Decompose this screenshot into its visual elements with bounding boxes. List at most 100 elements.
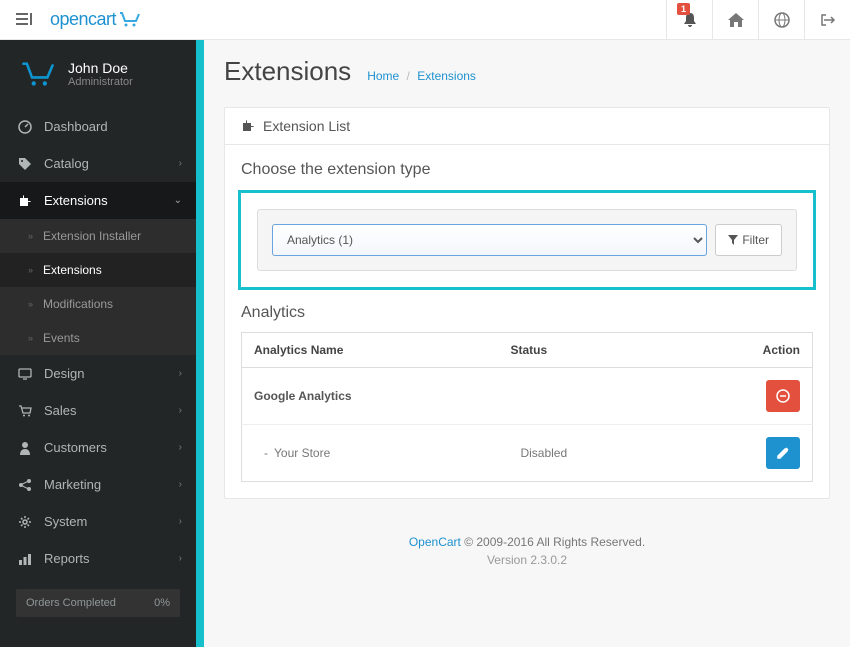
progress-value: 0% bbox=[154, 597, 170, 609]
top-header: opencart 1 bbox=[0, 0, 850, 40]
sidebar-subitem-label: Modifications bbox=[43, 297, 113, 311]
sidebar-item-dashboard[interactable]: Dashboard bbox=[0, 108, 196, 145]
username: John Doe bbox=[68, 60, 133, 76]
breadcrumb-home-link[interactable]: Home bbox=[367, 69, 399, 83]
user-role: Administrator bbox=[68, 76, 133, 88]
footer: OpenCart © 2009-2016 All Rights Reserved… bbox=[224, 515, 830, 587]
footer-copyright: © 2009-2016 All Rights Reserved. bbox=[461, 535, 645, 549]
chevron-down-icon: ⌄ bbox=[174, 195, 182, 206]
notifications-button[interactable]: 1 bbox=[666, 0, 712, 40]
vertical-highlight-bar bbox=[196, 40, 204, 647]
sidebar-subitem-installer[interactable]: » Extension Installer bbox=[0, 219, 196, 253]
sidebar-subitem-extensions[interactable]: »Extensions bbox=[0, 253, 196, 287]
progress-label: Orders Completed bbox=[26, 597, 116, 609]
panel-title: Extension List bbox=[263, 118, 350, 134]
menu-toggle-button[interactable] bbox=[10, 6, 38, 34]
home-icon bbox=[728, 13, 744, 27]
table-row: -Your Store Disabled bbox=[242, 425, 813, 482]
sidebar-item-system[interactable]: System › bbox=[0, 503, 196, 540]
globe-icon bbox=[774, 12, 790, 28]
chevron-right-icon: › bbox=[179, 479, 182, 490]
col-name-header: Analytics Name bbox=[242, 333, 499, 368]
sidebar-item-sales[interactable]: Sales › bbox=[0, 392, 196, 429]
sidebar-item-design[interactable]: Design › bbox=[0, 355, 196, 392]
sidebar-item-extensions[interactable]: Extensions ⌄ bbox=[0, 182, 196, 219]
breadcrumb-separator: / bbox=[407, 69, 410, 83]
cell-status bbox=[498, 368, 668, 425]
sidebar-item-label: Extensions bbox=[44, 193, 108, 208]
cell-name-text: Your Store bbox=[274, 446, 330, 460]
extensions-submenu: » Extension Installer »Extensions » Modifi… bbox=[0, 219, 196, 355]
sidebar-item-label: Catalog bbox=[44, 156, 89, 171]
filter-icon bbox=[728, 235, 738, 245]
share-icon bbox=[16, 478, 34, 492]
chevron-right-icon: › bbox=[179, 553, 182, 564]
double-chevron-icon: » bbox=[28, 265, 33, 275]
desktop-icon bbox=[16, 368, 34, 380]
sidebar-subitem-modifications[interactable]: » Modifications bbox=[0, 287, 196, 321]
cell-action bbox=[668, 368, 812, 425]
content: Extensions Home / Extensions Extension L… bbox=[204, 40, 850, 647]
chart-icon bbox=[16, 553, 34, 565]
footer-opencart-link[interactable]: OpenCart bbox=[409, 535, 461, 549]
sidebar-item-label: Customers bbox=[44, 440, 107, 455]
chevron-right-icon: › bbox=[179, 158, 182, 169]
main-area: Extensions Home / Extensions Extension L… bbox=[196, 40, 850, 647]
tag-icon bbox=[16, 157, 34, 171]
sidebar-subitem-label: Events bbox=[43, 331, 80, 345]
table-heading: Analytics bbox=[241, 304, 813, 322]
avatar bbox=[20, 56, 56, 92]
double-chevron-icon: » bbox=[28, 299, 33, 309]
logo-cart-icon bbox=[118, 11, 142, 29]
chevron-right-icon: › bbox=[179, 405, 182, 416]
logout-icon bbox=[820, 13, 836, 27]
chevron-right-icon: › bbox=[179, 516, 182, 527]
layout-container: John Doe Administrator Dashboard Catalog… bbox=[0, 40, 850, 647]
table-row: Google Analytics bbox=[242, 368, 813, 425]
globe-button[interactable] bbox=[758, 0, 804, 40]
pencil-icon bbox=[777, 447, 789, 459]
sidebar: John Doe Administrator Dashboard Catalog… bbox=[0, 40, 196, 647]
cart-icon bbox=[16, 405, 34, 417]
table-header-row: Analytics Name Status Action bbox=[242, 333, 813, 368]
sidebar-item-label: Sales bbox=[44, 403, 77, 418]
menu-toggle-icon bbox=[16, 13, 32, 27]
sidebar-subitem-events[interactable]: » Events bbox=[0, 321, 196, 355]
cell-status: Disabled bbox=[498, 425, 668, 482]
extension-type-select[interactable]: Analytics (1) bbox=[272, 224, 707, 256]
dash-icon: - bbox=[264, 446, 268, 460]
cell-name: Google Analytics bbox=[242, 368, 499, 425]
footer-version: Version 2.3.0.2 bbox=[224, 553, 830, 567]
sidebar-subitem-label: Extension Installer bbox=[43, 229, 141, 243]
section-heading: Choose the extension type bbox=[241, 161, 813, 179]
sidebar-item-label: Design bbox=[44, 366, 84, 381]
sidebar-item-catalog[interactable]: Catalog › bbox=[0, 145, 196, 182]
col-status-header: Status bbox=[498, 333, 668, 368]
uninstall-button[interactable] bbox=[766, 380, 800, 412]
logo[interactable]: opencart bbox=[50, 9, 142, 30]
sidebar-item-reports[interactable]: Reports › bbox=[0, 540, 196, 577]
edit-button[interactable] bbox=[766, 437, 800, 469]
double-chevron-icon: » bbox=[28, 333, 33, 343]
page-title: Extensions bbox=[224, 56, 351, 87]
double-chevron-icon: » bbox=[28, 231, 33, 241]
logo-text: opencart bbox=[50, 9, 116, 30]
chevron-right-icon: › bbox=[179, 368, 182, 379]
home-button[interactable] bbox=[712, 0, 758, 40]
chevron-right-icon: › bbox=[179, 442, 182, 453]
user-icon bbox=[16, 441, 34, 455]
panel-body: Choose the extension type Analytics (1) … bbox=[225, 145, 829, 498]
sidebar-item-label: Marketing bbox=[44, 477, 101, 492]
sidebar-item-marketing[interactable]: Marketing › bbox=[0, 466, 196, 503]
filter-button-label: Filter bbox=[742, 233, 769, 247]
extensions-table: Analytics Name Status Action Google Anal… bbox=[241, 332, 813, 482]
col-action-header: Action bbox=[668, 333, 812, 368]
breadcrumb-current-link[interactable]: Extensions bbox=[417, 69, 476, 83]
breadcrumb: Home / Extensions bbox=[367, 69, 476, 83]
orders-completed-widget: Orders Completed 0% bbox=[16, 589, 180, 617]
filter-button[interactable]: Filter bbox=[715, 224, 782, 256]
cell-action bbox=[668, 425, 812, 482]
logout-button[interactable] bbox=[804, 0, 850, 40]
panel-header: Extension List bbox=[225, 108, 829, 145]
sidebar-item-customers[interactable]: Customers › bbox=[0, 429, 196, 466]
